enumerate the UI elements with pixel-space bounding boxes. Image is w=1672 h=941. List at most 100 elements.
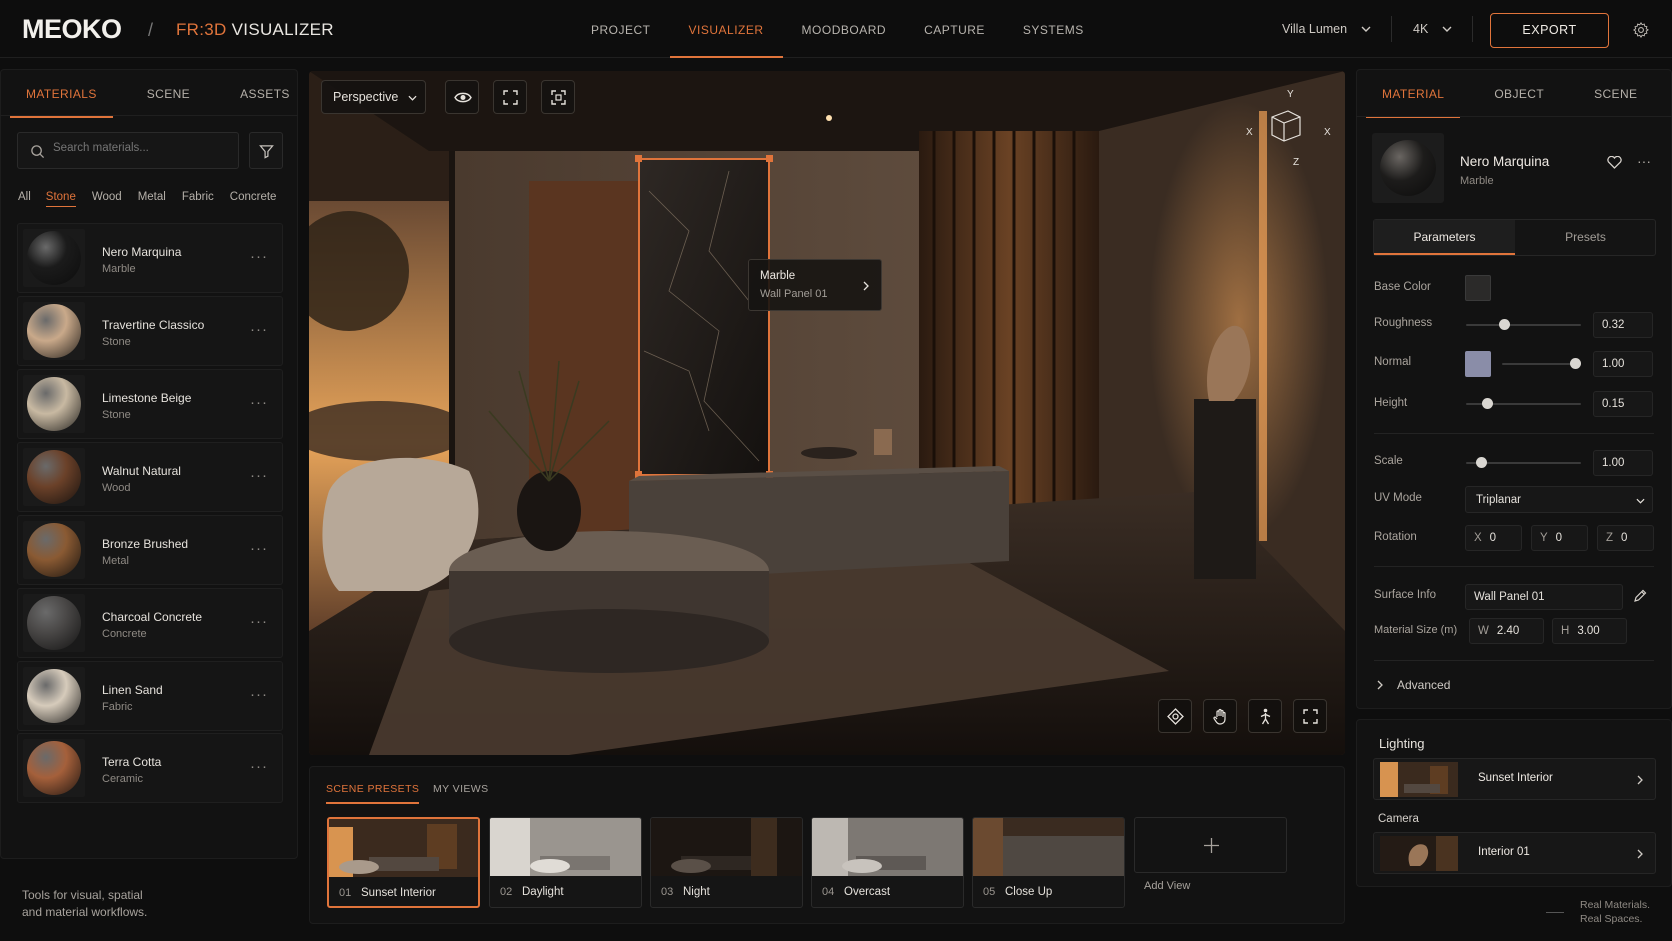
more-icon[interactable]: ··· <box>250 321 268 338</box>
filter-metal[interactable]: Metal <box>138 191 166 207</box>
base-color-swatch[interactable] <box>1465 275 1491 301</box>
more-icon[interactable]: ··· <box>1637 153 1651 169</box>
list-item[interactable]: Charcoal Concrete Concrete ··· <box>17 588 283 658</box>
tagline-line: Real Spaces. <box>1580 913 1643 925</box>
tab-scene[interactable]: SCENE <box>131 72 206 118</box>
more-icon[interactable]: ··· <box>250 613 268 630</box>
list-item[interactable]: Linen Sand Fabric ··· <box>17 661 283 731</box>
normal-slider[interactable] <box>1502 358 1581 369</box>
size-height-value: 3.00 <box>1577 625 1600 637</box>
view-mode-select[interactable]: Perspective <box>321 80 426 114</box>
resolution-select[interactable]: 4K <box>1413 22 1452 36</box>
size-height[interactable]: H 3.00 <box>1552 618 1627 644</box>
add-view-button[interactable] <box>1134 817 1287 873</box>
list-item[interactable]: Walnut Natural Wood ··· <box>17 442 283 512</box>
subtab-presets[interactable]: Presets <box>1515 220 1656 255</box>
material-type: Concrete <box>102 628 147 640</box>
filter-fabric[interactable]: Fabric <box>182 191 214 207</box>
material-tooltip[interactable]: Marble Wall Panel 01 <box>748 259 882 311</box>
list-item[interactable]: Limestone Beige Stone ··· <box>17 369 283 439</box>
height-slider[interactable] <box>1466 398 1581 409</box>
gear-icon[interactable] <box>1632 21 1650 39</box>
more-icon[interactable]: ··· <box>250 686 268 703</box>
preset-card[interactable]: 02 Daylight <box>489 817 642 908</box>
filter-chips: All Stone Wood Metal Fabric Concrete <box>18 191 276 207</box>
export-button[interactable]: EXPORT <box>1490 13 1609 48</box>
param-label: Base Color <box>1374 281 1431 293</box>
list-item[interactable]: Nero Marquina Marble ··· <box>17 223 283 293</box>
filter-button[interactable] <box>249 132 283 169</box>
tagline-line: Real Materials. <box>1580 899 1651 911</box>
rotation-y[interactable]: Y0 <box>1531 525 1588 551</box>
normal-knob[interactable] <box>1570 358 1581 369</box>
more-icon[interactable]: ··· <box>250 758 268 775</box>
subtab-parameters[interactable]: Parameters <box>1374 220 1515 255</box>
tab-scene-presets[interactable]: SCENE PRESETS <box>326 783 420 804</box>
surface-info-value[interactable]: Wall Panel 01 <box>1465 584 1623 610</box>
camera-title: Camera <box>1378 813 1419 825</box>
search-box[interactable] <box>17 132 239 169</box>
nav-capture[interactable]: CAPTURE <box>905 0 1004 58</box>
search-input[interactable] <box>53 142 233 154</box>
height-value[interactable]: 0.15 <box>1593 391 1653 417</box>
tab-scene-right[interactable]: SCENE <box>1578 72 1653 118</box>
rotation-x[interactable]: X0 <box>1465 525 1522 551</box>
nav-project[interactable]: PROJECT <box>572 0 670 58</box>
filter-all[interactable]: All <box>18 191 31 207</box>
walk-button[interactable] <box>1248 699 1282 733</box>
project-select[interactable]: Villa Lumen <box>1282 22 1371 36</box>
list-item[interactable]: Travertine Classico Stone ··· <box>17 296 283 366</box>
tab-assets[interactable]: ASSETS <box>224 72 306 118</box>
filter-stone[interactable]: Stone <box>45 191 76 207</box>
brand-tagline: Real Materials. Real Spaces. <box>1580 898 1650 926</box>
nav-visualizer[interactable]: VISUALIZER <box>669 0 783 58</box>
advanced-toggle[interactable]: Advanced <box>1397 678 1450 692</box>
eye-button[interactable] <box>445 80 479 114</box>
tab-material[interactable]: MATERIAL <box>1366 72 1461 118</box>
list-item[interactable]: Terra Cotta Ceramic ··· <box>17 733 283 803</box>
nav-systems[interactable]: SYSTEMS <box>1004 0 1103 58</box>
rotation-z[interactable]: Z0 <box>1597 525 1654 551</box>
tab-my-views[interactable]: MY VIEWS <box>433 783 489 795</box>
orbit-button[interactable] <box>1158 699 1192 733</box>
lighting-select[interactable]: Sunset Interior <box>1373 758 1656 800</box>
more-icon[interactable]: ··· <box>250 540 268 557</box>
preset-card[interactable]: 03 Night <box>650 817 803 908</box>
roughness-slider[interactable] <box>1466 319 1581 330</box>
brand-logo[interactable]: MEOKO <box>22 14 122 45</box>
edit-icon[interactable] <box>1633 589 1647 603</box>
preset-card[interactable]: 01 Sunset Interior <box>327 817 480 908</box>
nav-moodboard[interactable]: MOODBOARD <box>783 0 906 58</box>
more-icon[interactable]: ··· <box>250 394 268 411</box>
normal-map-swatch[interactable] <box>1465 351 1491 377</box>
uv-mode-select[interactable]: Triplanar <box>1465 486 1653 513</box>
tab-materials[interactable]: MATERIALS <box>10 72 113 118</box>
normal-value[interactable]: 1.00 <box>1593 351 1653 377</box>
list-item[interactable]: Bronze Brushed Metal ··· <box>17 515 283 585</box>
scale-slider[interactable] <box>1466 457 1581 468</box>
material-swatch <box>27 450 81 504</box>
preset-card[interactable]: 05 Close Up <box>972 817 1125 908</box>
viewport-3d[interactable]: Perspective Marble Wall Panel 01 Y X X Z <box>309 71 1345 755</box>
axis-gizmo[interactable]: Y X X Z <box>1246 89 1336 169</box>
height-knob[interactable] <box>1481 398 1493 409</box>
preset-card[interactable]: 04 Overcast <box>811 817 964 908</box>
filter-concrete[interactable]: Concrete <box>230 191 277 207</box>
more-icon[interactable]: ··· <box>250 248 268 265</box>
material-preview <box>1372 133 1444 203</box>
pan-button[interactable] <box>1203 699 1237 733</box>
material-name: Charcoal Concrete <box>102 610 203 624</box>
size-width[interactable]: W 2.40 <box>1469 618 1544 644</box>
roughness-value[interactable]: 0.32 <box>1593 312 1653 338</box>
frame-button[interactable] <box>493 80 527 114</box>
more-icon[interactable]: ··· <box>250 467 268 484</box>
material-name: Limestone Beige <box>102 391 192 405</box>
camera-select[interactable]: Interior 01 <box>1373 832 1656 874</box>
material-thumbnail <box>23 667 85 725</box>
scale-value[interactable]: 1.00 <box>1593 450 1653 476</box>
heart-icon[interactable] <box>1607 156 1622 169</box>
tab-object[interactable]: OBJECT <box>1478 72 1560 118</box>
fullscreen-button[interactable] <box>1293 699 1327 733</box>
focus-button[interactable] <box>541 80 575 114</box>
filter-wood[interactable]: Wood <box>92 191 122 207</box>
